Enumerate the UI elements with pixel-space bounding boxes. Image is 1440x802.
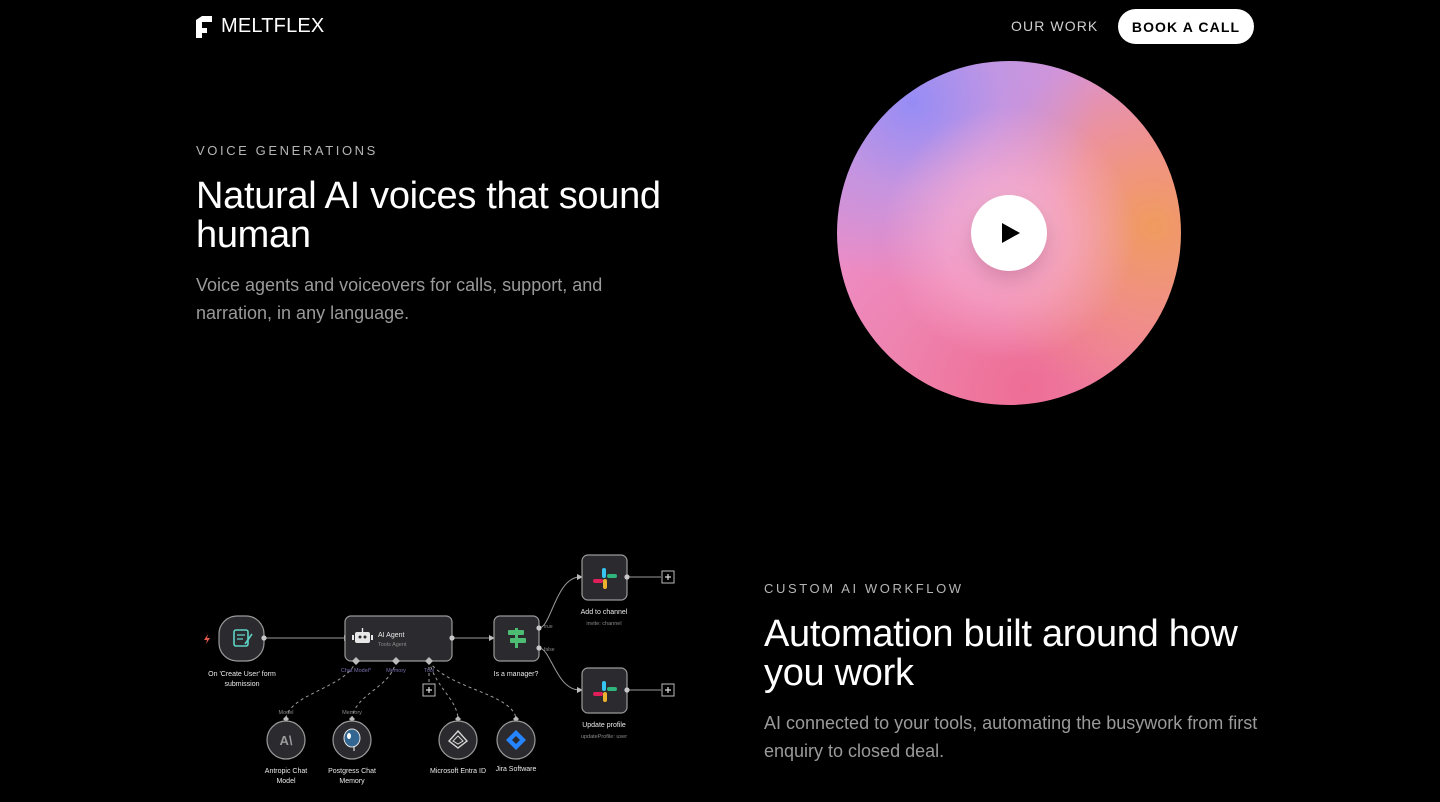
slack-add-node[interactable]: Add to channel invite: channel — [581, 554, 630, 627]
jira-node[interactable]: Jira Software — [496, 716, 537, 773]
add-to-channel-sublabel: invite: channel — [586, 621, 621, 627]
anthropic-model-node[interactable]: Model A\ Antropic Chat Model — [265, 710, 307, 785]
agent-subtitle: Tools Agent — [378, 642, 407, 648]
add-after-channel-button[interactable] — [661, 570, 675, 584]
brand-name: MELTFLEX — [221, 15, 325, 37]
update-profile-sublabel: updateProfile: user — [581, 734, 627, 740]
is-manager-node[interactable]: true false Is a manager? — [493, 615, 555, 678]
voice-headline: Natural AI voices that sound human — [196, 175, 661, 256]
anthropic-icon: A\ — [280, 733, 293, 748]
play-icon — [1002, 223, 1020, 243]
voice-eyebrow: VOICE GENERATIONS — [196, 143, 378, 158]
model-label: Antropic Chat — [265, 768, 307, 775]
add-to-channel-label: Add to channel — [581, 609, 628, 616]
play-button[interactable] — [971, 195, 1047, 271]
ai-agent-node[interactable]: AI Agent Tools Agent Chat Model* Memory … — [341, 615, 455, 674]
entra-label: Microsoft Entra ID — [430, 768, 486, 775]
workflow-diagram: On 'Create User' form submission AI Agen… — [196, 548, 686, 794]
true-branch-label: true — [544, 624, 553, 630]
trigger-label-2: submission — [224, 681, 259, 688]
port-memory: Memory — [386, 668, 406, 674]
lightning-icon — [204, 634, 210, 644]
false-branch-label: false — [544, 647, 555, 653]
book-a-call-button[interactable]: BOOK A CALL — [1118, 9, 1254, 44]
add-after-update-button[interactable] — [661, 683, 675, 697]
trigger-label: On 'Create User' form — [208, 671, 276, 678]
workflow-eyebrow: CUSTOM AI WORKFLOW — [764, 581, 964, 596]
memory-label: Postgress Chat — [328, 768, 376, 775]
trigger-node[interactable]: On 'Create User' form submission — [204, 615, 276, 688]
jira-label: Jira Software — [496, 766, 537, 773]
voice-description: Voice agents and voiceovers for calls, s… — [196, 275, 603, 323]
slack-update-node[interactable]: Update profile updateProfile: user — [581, 667, 630, 740]
add-tool-button[interactable] — [422, 683, 436, 697]
workflow-canvas: On 'Create User' form submission AI Agen… — [204, 554, 675, 785]
microsoft-entra-node[interactable]: Microsoft Entra ID — [430, 716, 486, 775]
site-header: MELTFLEX OUR WORK BOOK A CALL — [0, 0, 1440, 52]
model-label-2: Model — [276, 778, 296, 785]
update-profile-label: Update profile — [582, 722, 626, 729]
model-port-label: Model — [279, 710, 294, 716]
memory-label-2: Memory — [339, 778, 365, 785]
workflow-headline: Automation built around how you work — [764, 613, 1238, 694]
memory-port-label: Memory — [342, 710, 362, 716]
condition-label: Is a manager? — [494, 671, 539, 678]
brand-logo[interactable]: MELTFLEX — [196, 15, 324, 38]
port-tool: Tool — [424, 668, 434, 674]
agent-title: AI Agent — [378, 632, 405, 639]
workflow-description: AI connected to your tools, automating t… — [764, 713, 1258, 761]
postgres-memory-node[interactable]: Memory Postgress Chat Memory — [328, 710, 376, 785]
port-chat-model: Chat Model* — [341, 668, 372, 674]
nav-our-work[interactable]: OUR WORK — [1011, 18, 1098, 34]
meltflex-logo-icon — [196, 15, 212, 38]
